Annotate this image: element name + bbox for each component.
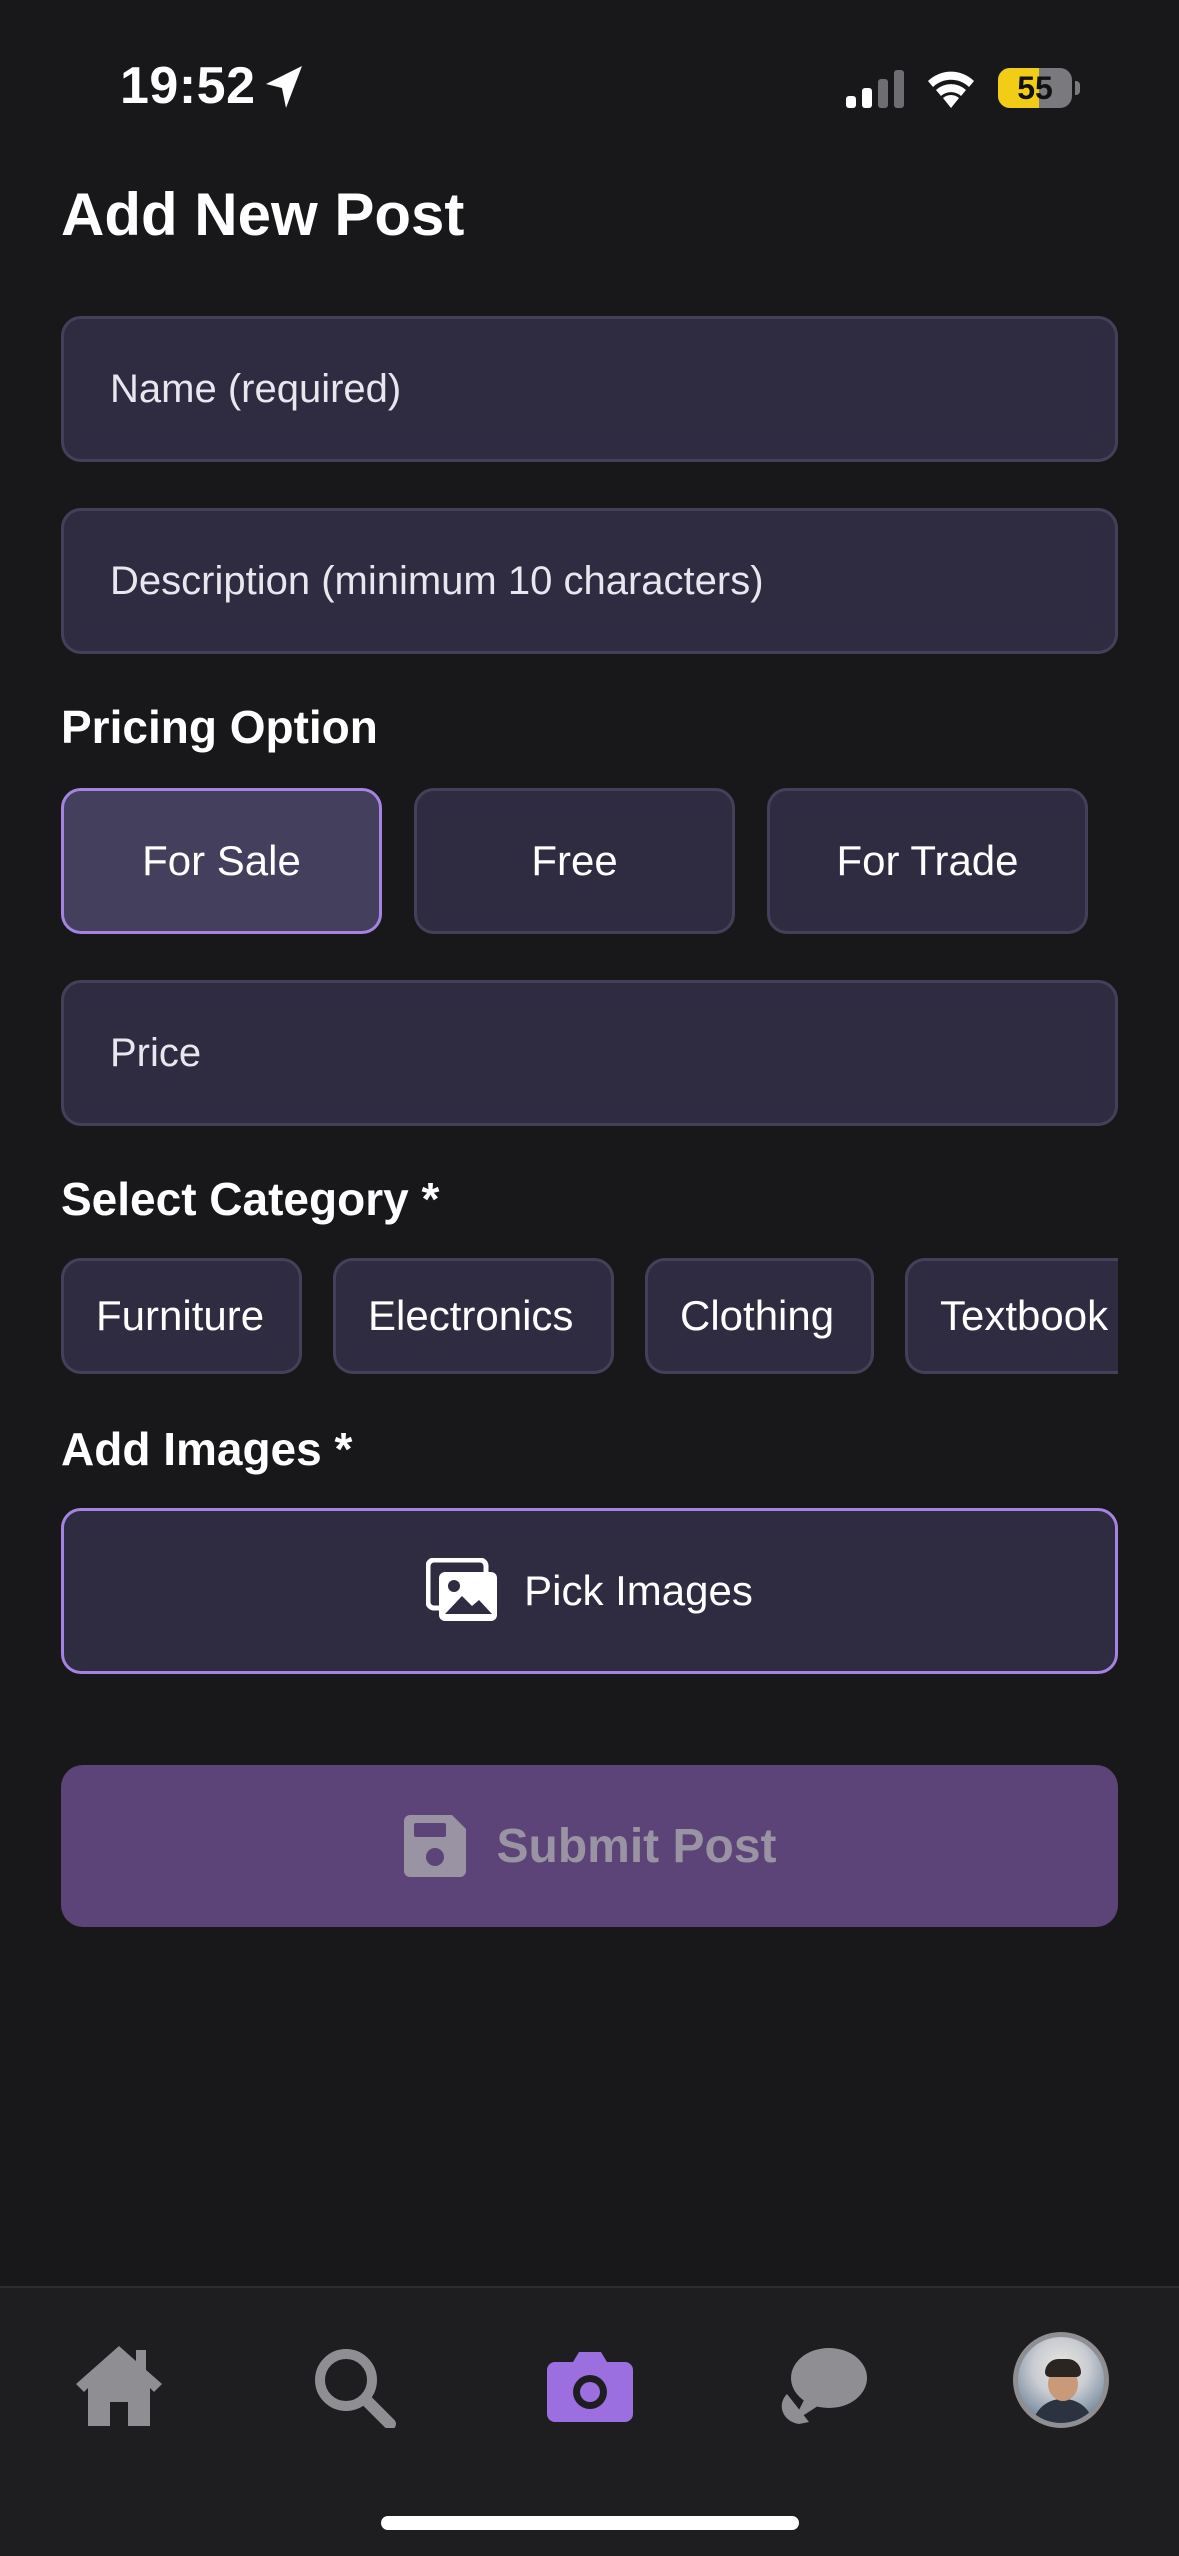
- home-indicator: [381, 2516, 799, 2530]
- name-input[interactable]: Name (required): [61, 316, 1118, 462]
- tab-home[interactable]: [74, 2340, 164, 2430]
- wifi-icon: [928, 71, 974, 108]
- description-placeholder: Description (minimum 10 characters): [110, 558, 764, 603]
- name-placeholder: Name (required): [110, 366, 402, 411]
- status-bar: 19:52 55: [0, 0, 1179, 150]
- cellular-signal-icon: [846, 70, 904, 108]
- status-time: 19:52: [120, 57, 256, 115]
- pricing-option-label: Pricing Option: [61, 701, 378, 753]
- chat-icon: [781, 2348, 867, 2424]
- add-post-screen: 19:52 55 Add New Post Name (required) De…: [0, 0, 1179, 2556]
- pricing-free-button[interactable]: Free: [414, 788, 735, 934]
- battery-level: 55: [1017, 70, 1053, 106]
- pricing-for-sale-button[interactable]: For Sale: [61, 788, 382, 934]
- camera-icon: [547, 2352, 633, 2422]
- select-category-label: Select Category *: [61, 1173, 440, 1225]
- category-chip-clothing[interactable]: Clothing: [645, 1258, 874, 1374]
- home-icon: [76, 2346, 162, 2426]
- battery-icon: 55: [998, 68, 1080, 108]
- search-icon: [315, 2349, 396, 2428]
- category-chip-electronics[interactable]: Electronics: [333, 1258, 614, 1374]
- category-chip-textbook[interactable]: Textbook: [905, 1258, 1118, 1374]
- submit-post-label: Submit Post: [496, 1819, 777, 1873]
- location-arrow-icon: [266, 66, 302, 108]
- tab-search[interactable]: [308, 2340, 398, 2430]
- tab-messages[interactable]: [779, 2340, 869, 2430]
- category-chip-furniture[interactable]: Furniture: [61, 1258, 302, 1374]
- images-icon: [426, 1558, 498, 1621]
- submit-post-button[interactable]: Submit Post: [61, 1765, 1118, 1927]
- add-images-label: Add Images *: [61, 1423, 353, 1475]
- description-input[interactable]: Description (minimum 10 characters): [61, 508, 1118, 654]
- save-icon: [404, 1815, 467, 1877]
- price-placeholder: Price: [110, 1030, 202, 1075]
- pick-images-button[interactable]: Pick Images: [61, 1508, 1118, 1674]
- pricing-for-trade-button[interactable]: For Trade: [767, 788, 1088, 934]
- tab-profile-avatar[interactable]: [1013, 2332, 1109, 2428]
- page-title: Add New Post: [61, 181, 465, 248]
- tab-camera[interactable]: [545, 2340, 635, 2430]
- pick-images-label: Pick Images: [524, 1567, 753, 1614]
- category-chip-list[interactable]: Furniture Electronics Clothing Textbook: [61, 1258, 1118, 1376]
- price-input[interactable]: Price: [61, 980, 1118, 1126]
